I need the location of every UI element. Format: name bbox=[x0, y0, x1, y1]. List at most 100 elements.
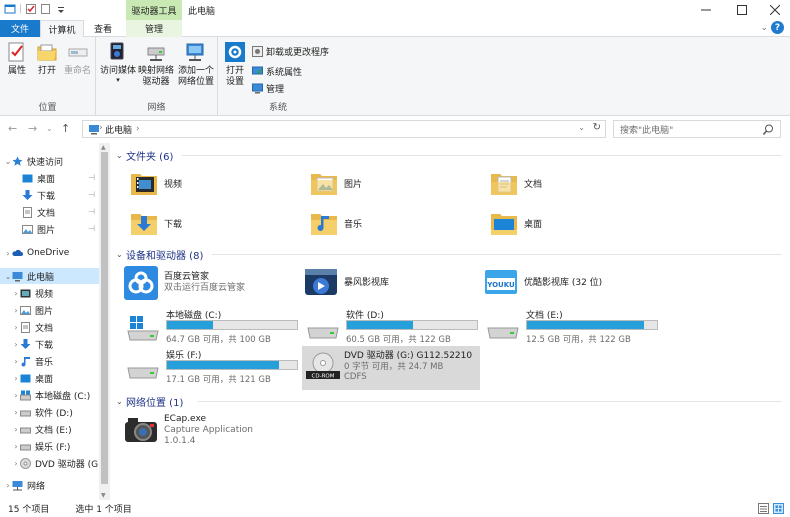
collapsed-chevron-icon[interactable]: › bbox=[12, 425, 20, 434]
access-media-button[interactable]: 访问媒体 ▾ bbox=[100, 41, 136, 84]
collapsed-chevron-icon[interactable]: › bbox=[12, 306, 20, 315]
map-network-drive-button[interactable]: 映射网络 驱动器 bbox=[138, 41, 174, 88]
collapsed-chevron-icon[interactable]: › bbox=[4, 249, 12, 258]
nav-quick-pictures[interactable]: 图片 bbox=[22, 221, 55, 237]
collapsed-chevron-icon[interactable]: › bbox=[12, 340, 20, 349]
minimize-button[interactable] bbox=[688, 0, 724, 20]
help-icon[interactable]: ? bbox=[771, 21, 784, 34]
drive-c[interactable]: 本地磁盘 (C:) 64.7 GB 可用，共 100 GB bbox=[124, 306, 304, 350]
pin-icon[interactable]: ⊣ bbox=[88, 207, 95, 216]
tab-computer[interactable]: 计算机 bbox=[40, 20, 84, 38]
folder-desktop[interactable]: 桌面 bbox=[490, 210, 542, 236]
content-scrollbar[interactable] bbox=[778, 143, 790, 500]
scroll-down-icon[interactable]: ▼ bbox=[101, 492, 106, 499]
section-chevron-icon[interactable]: ⌄ bbox=[116, 250, 126, 259]
close-button[interactable] bbox=[757, 0, 790, 20]
nav-pc-drive-d[interactable]: › 软件 (D:) bbox=[12, 404, 72, 420]
nav-quick-downloads[interactable]: 下载 bbox=[22, 187, 55, 203]
forward-arrow-icon[interactable]: → bbox=[28, 122, 37, 135]
collapsed-chevron-icon[interactable]: › bbox=[12, 391, 20, 400]
folder-videos[interactable]: 视频 bbox=[130, 170, 182, 196]
collapsed-chevron-icon[interactable]: › bbox=[12, 357, 20, 366]
app-ecap[interactable]: ECap.exe Capture Application 1.0.1.4 bbox=[124, 413, 253, 447]
address-dropdown-icon[interactable]: ⌄ bbox=[578, 123, 585, 132]
app-baidu-cloud[interactable]: 百度云管家 双击运行百度云管家 bbox=[124, 266, 245, 300]
customize-qat-icon[interactable] bbox=[55, 3, 67, 15]
section-chevron-icon[interactable]: ⌄ bbox=[116, 151, 126, 160]
tab-manage[interactable]: 管理 bbox=[126, 20, 182, 37]
pin-icon[interactable]: ⊣ bbox=[88, 190, 95, 199]
folder-pictures[interactable]: 图片 bbox=[310, 170, 362, 196]
section-chevron-icon[interactable]: ⌄ bbox=[116, 397, 126, 406]
add-network-location-button[interactable]: 添加一个 网络位置 bbox=[178, 41, 214, 88]
pin-icon[interactable]: ⊣ bbox=[88, 224, 95, 233]
tab-file[interactable]: 文件 bbox=[0, 20, 40, 37]
nav-scrollbar-thumb[interactable] bbox=[101, 152, 108, 484]
properties-button[interactable]: 属性 bbox=[6, 41, 28, 77]
nav-pc-videos[interactable]: › 视频 bbox=[12, 285, 53, 301]
new-folder-icon[interactable] bbox=[40, 3, 52, 15]
section-devices-header[interactable]: ⌄ 设备和驱动器 (8) bbox=[116, 247, 203, 262]
up-arrow-icon[interactable]: ↑ bbox=[61, 122, 70, 135]
nav-pc-drive-e[interactable]: › 文档 (E:) bbox=[12, 421, 71, 437]
scroll-up-icon[interactable]: ▲ bbox=[101, 144, 106, 151]
collapsed-chevron-icon[interactable]: › bbox=[12, 442, 20, 451]
open-button[interactable]: 打开 bbox=[36, 41, 58, 77]
drive-dvd-g[interactable]: CD-ROM DVD 驱动器 (G:) G112.52210 0 字节 可用，共… bbox=[302, 346, 480, 390]
nav-pc-documents[interactable]: › 文档 bbox=[12, 319, 53, 335]
back-arrow-icon[interactable]: ← bbox=[8, 122, 17, 135]
properties-check-icon[interactable] bbox=[25, 3, 37, 15]
nav-quick-documents[interactable]: 文档 bbox=[22, 204, 55, 220]
section-netloc-header[interactable]: ⌄ 网络位置 (1) bbox=[116, 394, 183, 409]
nav-pc-drive-f[interactable]: › 娱乐 (F:) bbox=[12, 438, 70, 454]
folder-documents[interactable]: 文档 bbox=[490, 170, 542, 196]
nav-pc-dvd-drive[interactable]: › DVD 驱动器 (G: bbox=[12, 455, 101, 471]
videos-folder-icon bbox=[131, 174, 157, 195]
collapsed-chevron-icon[interactable]: › bbox=[12, 323, 20, 332]
navigation-pane: ⌄ 快速访问 桌面 ⊣ 下载 ⊣ 文档 ⊣ 图片 ⊣ › OneDrive ⌄ … bbox=[0, 143, 110, 500]
nav-pc-downloads[interactable]: › 下载 bbox=[12, 336, 53, 352]
nav-this-pc[interactable]: ⌄ 此电脑 bbox=[4, 268, 54, 284]
refresh-icon[interactable]: ↻ bbox=[593, 122, 601, 133]
collapsed-chevron-icon[interactable]: › bbox=[12, 408, 20, 417]
expanded-chevron-icon[interactable]: ⌄ bbox=[4, 157, 12, 166]
system-properties-button[interactable]: 系统属性 bbox=[252, 65, 302, 78]
pin-icon[interactable]: ⊣ bbox=[88, 173, 95, 182]
drive-e[interactable]: 文档 (E:) 12.5 GB 可用，共 122 GB bbox=[484, 306, 664, 350]
collapsed-chevron-icon[interactable]: › bbox=[12, 289, 20, 298]
download-arrow-icon bbox=[22, 189, 33, 200]
open-label: 打开 bbox=[37, 66, 56, 76]
app-storm-video[interactable]: 暴风影视库 bbox=[304, 266, 389, 300]
app-youku-video[interactable]: YOUKU 优酷影视库 (32 位) bbox=[484, 266, 602, 300]
large-icons-view-icon[interactable] bbox=[773, 503, 784, 514]
uninstall-program-button[interactable]: 卸载或更改程序 bbox=[252, 45, 329, 58]
maximize-button[interactable] bbox=[724, 0, 760, 20]
nav-onedrive[interactable]: › OneDrive bbox=[4, 245, 69, 261]
collapsed-chevron-icon[interactable]: › bbox=[12, 374, 20, 383]
drive-f[interactable]: 娱乐 (F:) 17.1 GB 可用，共 121 GB bbox=[124, 346, 304, 390]
nav-pc-drive-c[interactable]: › 本地磁盘 (C:) bbox=[12, 387, 90, 403]
ribbon-collapse-chevron-icon[interactable]: ⌄ bbox=[760, 23, 768, 33]
ecap-version: 1.0.1.4 bbox=[164, 435, 196, 446]
recent-locations-chevron-icon[interactable]: ⌄ bbox=[46, 124, 53, 133]
nav-network[interactable]: › 网络 bbox=[4, 477, 45, 493]
collapsed-chevron-icon[interactable]: › bbox=[12, 459, 20, 468]
nav-quick-access[interactable]: ⌄ 快速访问 bbox=[4, 153, 63, 169]
open-settings-button[interactable]: 打开 设置 bbox=[224, 41, 246, 88]
nav-pc-pictures[interactable]: › 图片 bbox=[12, 302, 53, 318]
expanded-chevron-icon[interactable]: ⌄ bbox=[4, 272, 12, 281]
drive-d[interactable]: 软件 (D:) 60.5 GB 可用，共 122 GB bbox=[304, 306, 484, 350]
nav-quick-desktop[interactable]: 桌面 bbox=[22, 170, 55, 186]
collapsed-chevron-icon[interactable]: › bbox=[4, 481, 12, 490]
folder-music[interactable]: 音乐 bbox=[310, 210, 362, 236]
nav-pc-music[interactable]: › 音乐 bbox=[12, 353, 53, 369]
search-input[interactable]: 搜索"此电脑" bbox=[613, 120, 781, 138]
section-folders-header[interactable]: ⌄ 文件夹 (6) bbox=[116, 148, 173, 163]
details-view-icon[interactable] bbox=[758, 503, 769, 514]
rename-button[interactable]: 重命名 bbox=[64, 41, 91, 77]
address-bar[interactable]: › 此电脑 › ⌄ ↻ bbox=[82, 120, 606, 138]
manage-button[interactable]: 管理 bbox=[252, 82, 284, 95]
folder-downloads[interactable]: 下载 bbox=[130, 210, 182, 236]
nav-pc-desktop[interactable]: › 桌面 bbox=[12, 370, 53, 386]
tab-view[interactable]: 查看 bbox=[86, 20, 120, 37]
